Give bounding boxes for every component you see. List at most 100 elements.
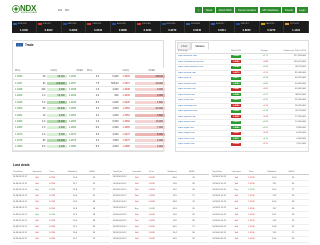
nav-news[interactable]: News xyxy=(203,7,215,13)
exchange-link[interactable]: https://binance.com xyxy=(176,55,226,57)
change-cell: +0.71 xyxy=(262,55,268,58)
deal-time: 14:58:50 05.12 xyxy=(212,213,227,216)
table-row[interactable]: https://hitbtc.com 1.4958 -0.21 2,110,000 xyxy=(176,142,310,148)
exchange-link[interactable]: https://bittrex.com xyxy=(176,121,226,123)
deal-operation: Sell xyxy=(130,176,144,179)
nav-login[interactable]: Login xyxy=(296,7,308,13)
exchange-link[interactable]: https://gemini.com xyxy=(176,116,226,118)
deal-operation: Sell xyxy=(130,226,144,229)
deal-nked: 25 xyxy=(92,238,95,241)
trade-title: Trade xyxy=(25,43,34,47)
nav-tenders[interactable]: Current tenders xyxy=(235,7,259,13)
deal-nked: 31 xyxy=(92,195,95,198)
ticker-item[interactable]: NZD/USD 0.0270 xyxy=(161,21,186,33)
ticker-item[interactable]: EUR/USD 1.1000 xyxy=(12,21,37,33)
exchange-link[interactable]: https://mexc.com xyxy=(176,138,226,140)
deal-volume: 11.0 xyxy=(73,207,77,210)
exchange-link[interactable]: https://gate.io xyxy=(176,77,226,79)
deal-time: 14:58:57 05.12 xyxy=(13,219,27,222)
exchange-link[interactable]: https://huobi.com xyxy=(176,94,226,96)
exchange-link[interactable]: https://okex.com xyxy=(176,99,226,101)
change-cell: +0.28 xyxy=(262,121,268,124)
deal-volume: 11.5 xyxy=(172,195,177,198)
ticker-item[interactable]: GBP/JPY 0.8250 xyxy=(235,21,260,33)
ticker-item[interactable]: USD/CAD 0.0221 xyxy=(136,21,161,33)
deal-nked: 29 xyxy=(292,219,295,222)
deal-time: 14:58:57 05.12 xyxy=(13,213,27,216)
nav-api[interactable]: API Interfaces xyxy=(259,7,281,13)
ticker-item[interactable]: EUR/GBP 0.0240 xyxy=(185,21,210,33)
ticker-item[interactable]: EUR/JPY 0.0211 xyxy=(210,21,235,33)
change-cell: +0.39 xyxy=(262,77,268,80)
volume-cell: 9,930,000 xyxy=(296,126,306,129)
price-cell: 1.4975 xyxy=(122,139,130,143)
volume-cell: 120,201,000 xyxy=(293,60,306,63)
col-volume: Vol(token) xyxy=(167,171,177,174)
ticker-item[interactable]: AUD/USD 0.8980 xyxy=(111,21,136,33)
exchange-link[interactable]: https://bitfinex.com xyxy=(176,83,226,85)
exchange-link[interactable]: https://bitstamp.net xyxy=(176,105,226,107)
ticker-pair-name: EUR/GBP xyxy=(191,23,201,26)
logo-icon xyxy=(12,5,20,13)
lang-ru-link[interactable]: RU xyxy=(65,8,69,12)
lang-en-link[interactable]: EN xyxy=(58,8,62,12)
operation-label: Sell xyxy=(35,176,39,179)
ticker-item[interactable]: BTC/USD 1.1491 xyxy=(284,21,309,33)
exchange-link[interactable]: https://kraken.com xyxy=(176,72,226,74)
deal-price: 1.4740 xyxy=(148,195,155,198)
deal-volume: 10.7 xyxy=(72,238,77,241)
exchange-link[interactable]: https://bybit.com xyxy=(176,127,226,129)
vol-cell: 6.0 xyxy=(42,100,46,104)
deal-nked: 26 xyxy=(292,213,295,216)
deal-volume: 11.4 xyxy=(172,232,177,235)
deal-price: 1.4740 xyxy=(148,226,155,229)
ticker-item-top: USD/JPY xyxy=(37,22,60,26)
ticker-item[interactable]: GBP/USD 0.0202 xyxy=(62,21,87,33)
rate-badge: 1.4959 xyxy=(231,104,241,108)
rate-badge: 1.4955 xyxy=(231,115,241,119)
deal-volume: 11.8 xyxy=(73,188,77,191)
rate-cell: 1.4977 xyxy=(226,76,246,80)
ticker-item[interactable]: XAU/USD 0.0270 xyxy=(260,21,285,33)
exchange-link[interactable]: https://kucoin.com xyxy=(176,88,226,90)
exchange-link[interactable]: https://bitget.com xyxy=(176,132,226,134)
deal-volume: 10.3 xyxy=(172,207,177,210)
volume-cell: 2,110,000 xyxy=(296,143,306,146)
exchange-link[interactable]: https://www.coinbase.com xyxy=(176,66,226,68)
deal-operation: Sell xyxy=(130,195,144,198)
currency-flag-icon xyxy=(161,22,166,26)
table-row[interactable]: 14:58:53 05.12 Sell 1.4740 10.9 26 xyxy=(111,237,210,244)
col-price: Price xyxy=(248,171,254,174)
col-nked: NKED xyxy=(76,69,83,72)
ticker-item[interactable]: USD/CHF 0.0242 xyxy=(86,21,111,33)
deal-nked: 32 xyxy=(192,213,195,216)
logo[interactable]: NDX NEWDAY EXCHANGE xyxy=(12,4,46,18)
nav-about[interactable]: About NDX xyxy=(216,7,235,13)
vol-cell: 8.0 xyxy=(42,145,46,149)
nav-home-icon[interactable]: ⌂ xyxy=(195,7,202,13)
vol-cell: 2.4 xyxy=(95,139,100,143)
deal-operation: Sell xyxy=(229,213,243,216)
currency-flag-icon xyxy=(211,22,215,26)
price-cell: 1.4938 xyxy=(15,87,23,91)
rate-cell: 1.4980 xyxy=(226,126,246,130)
price-cell: 1.4980 xyxy=(15,145,23,149)
ticker-value: 1.1000 xyxy=(19,29,28,32)
table-row[interactable]: 14:58:49 05.12 Sell 1.4740 10.4 30 xyxy=(211,237,310,244)
rate-cell: 1.4966 xyxy=(226,93,246,97)
nav-trends[interactable]: Trends xyxy=(282,7,296,13)
deal-time: 14:58:56 05.12 xyxy=(13,238,27,241)
ticker-item[interactable]: USD/JPY 0.8312 xyxy=(37,21,62,33)
table-row[interactable]: 1.4980 8.0 2,000 1.4980 5.0 4,000 1.4980 2,000 xyxy=(13,144,165,151)
deal-price: 1.4740 xyxy=(148,188,155,191)
exchange-link[interactable]: https://coinmarketcap.com xyxy=(176,61,226,63)
ticker-item-top: EUR/JPY xyxy=(211,22,233,26)
deal-nked: 31 xyxy=(292,226,295,229)
operation-label: Sell xyxy=(35,207,39,210)
table-row[interactable]: 14:58:56 05.12 Sell 1.4740 10.7 25 xyxy=(12,237,110,244)
ticker-pair-name: GBP/JPY xyxy=(240,23,250,26)
exchange-link[interactable]: https://poloniex.com xyxy=(176,110,226,112)
exchange-link[interactable]: https://hitbtc.com xyxy=(176,143,226,145)
rate-cell: 1.4958 xyxy=(226,142,246,146)
col-operation: Operation xyxy=(132,171,142,174)
